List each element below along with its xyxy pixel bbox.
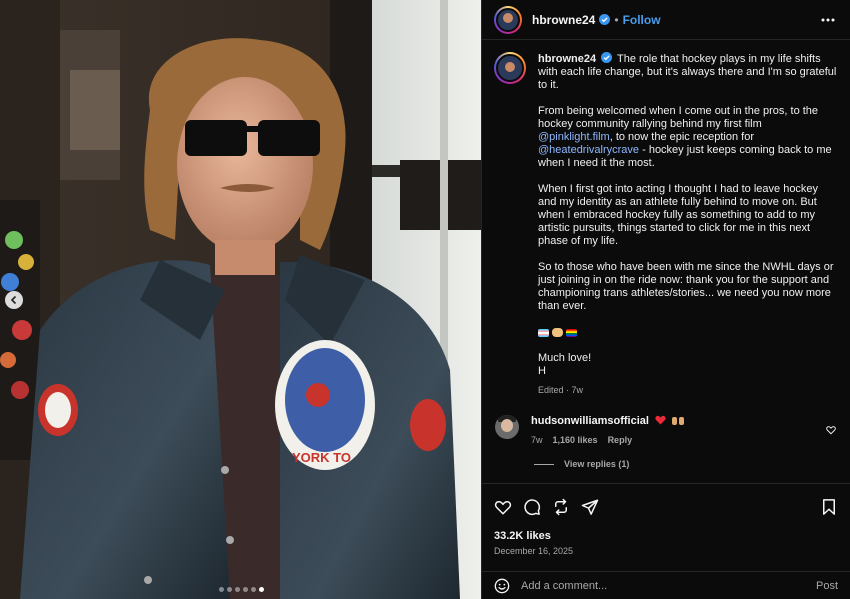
more-options-button[interactable] <box>818 10 838 30</box>
verified-badge-icon <box>599 14 611 25</box>
save-bookmark-icon[interactable] <box>820 498 838 516</box>
emoji-smile-icon[interactable] <box>494 578 510 594</box>
red-heart-icon <box>655 415 666 425</box>
comment-age: 7w <box>531 435 543 445</box>
caption-text: hbrowne24 The role that hockey plays in … <box>538 52 838 397</box>
view-replies-label: View replies (1) <box>564 459 630 469</box>
mention-link[interactable]: @heatedrivalrycrave <box>538 144 639 156</box>
view-replies-button[interactable]: View replies (1) <box>534 459 838 469</box>
caption-meta: Edited · 7w <box>538 385 584 395</box>
follow-button[interactable]: Follow <box>623 13 661 27</box>
action-bar <box>494 498 838 516</box>
chevron-left-icon <box>10 295 17 305</box>
comment: hudsonwilliamsofficial 7w 1,160 likes Re… <box>494 415 838 445</box>
caption-paragraph-4: So to those who have been with me since … <box>538 261 834 312</box>
reply-button[interactable]: Reply <box>608 435 633 445</box>
post-details-pane: hbrowne24 • Follow hbrowne24 The role th… <box>481 0 850 599</box>
post-actions: 33.2K likes December 16, 2025 <box>482 483 850 556</box>
caption: hbrowne24 The role that hockey plays in … <box>494 52 838 397</box>
carousel-dot[interactable] <box>243 587 248 592</box>
carousel-dot-active[interactable] <box>259 587 264 592</box>
comments-scroll-area[interactable]: hbrowne24 The role that hockey plays in … <box>482 40 850 483</box>
comment-icon[interactable] <box>523 498 541 516</box>
comment-body: hudsonwilliamsofficial 7w 1,160 likes Re… <box>531 415 685 445</box>
carousel-dot[interactable] <box>235 587 240 592</box>
post-comment-button[interactable]: Post <box>816 580 838 592</box>
caption-avatar[interactable] <box>494 52 526 84</box>
verified-badge-icon <box>601 52 613 63</box>
caption-emojis <box>538 326 838 339</box>
repost-icon[interactable] <box>552 498 570 516</box>
comment-likes[interactable]: 1,160 likes <box>553 435 598 445</box>
header-username[interactable]: hbrowne24 <box>532 13 595 27</box>
carousel-dot[interactable] <box>219 587 224 592</box>
likes-count[interactable]: 33.2K likes <box>494 530 838 542</box>
handshake-icon <box>552 328 563 337</box>
carousel-dots <box>219 587 264 592</box>
carousel-dot[interactable] <box>227 587 232 592</box>
caption-paragraph-2: From being welcomed when I come out in t… <box>538 105 838 170</box>
post-date: December 16, 2025 <box>494 546 574 556</box>
mention-link[interactable]: @pinklight.film <box>538 131 610 143</box>
comment-avatar[interactable] <box>495 415 519 439</box>
jacket-patch-text: YORK TO <box>292 450 351 465</box>
like-heart-icon[interactable] <box>494 498 512 516</box>
share-icon[interactable] <box>581 498 599 516</box>
heart-outline-icon[interactable] <box>826 425 836 435</box>
carousel-prev-button[interactable] <box>5 291 23 309</box>
rainbow-flag-icon <box>566 328 577 337</box>
avatar[interactable] <box>494 5 522 34</box>
transgender-flag-icon <box>538 328 549 337</box>
carousel-dot[interactable] <box>251 587 256 592</box>
post-header: hbrowne24 • Follow <box>482 0 850 40</box>
caption-signoff-1: Much love! <box>538 352 592 364</box>
caption-signoff-2: H <box>538 365 546 377</box>
caption-paragraph-3: When I first got into acting I thought I… <box>538 183 819 247</box>
caption-username[interactable]: hbrowne24 <box>538 53 596 65</box>
caption-text-segment: From being welcomed when I come out in t… <box>538 105 819 130</box>
caption-text-segment: , to now the epic reception for <box>609 131 755 143</box>
add-comment-bar: Post <box>482 571 850 599</box>
more-horizontal-icon <box>821 18 835 21</box>
separator-dot: • <box>614 12 619 27</box>
comment-meta: 7w 1,160 likes Reply <box>531 435 685 445</box>
post-photo: YORK TO <box>0 0 481 599</box>
comment-username[interactable]: hudsonwilliamsofficial <box>531 415 649 427</box>
photo-scene: YORK TO <box>0 0 481 599</box>
replies-divider <box>534 463 554 465</box>
comment-input[interactable] <box>521 579 816 592</box>
raised-hands-icon <box>672 417 685 425</box>
